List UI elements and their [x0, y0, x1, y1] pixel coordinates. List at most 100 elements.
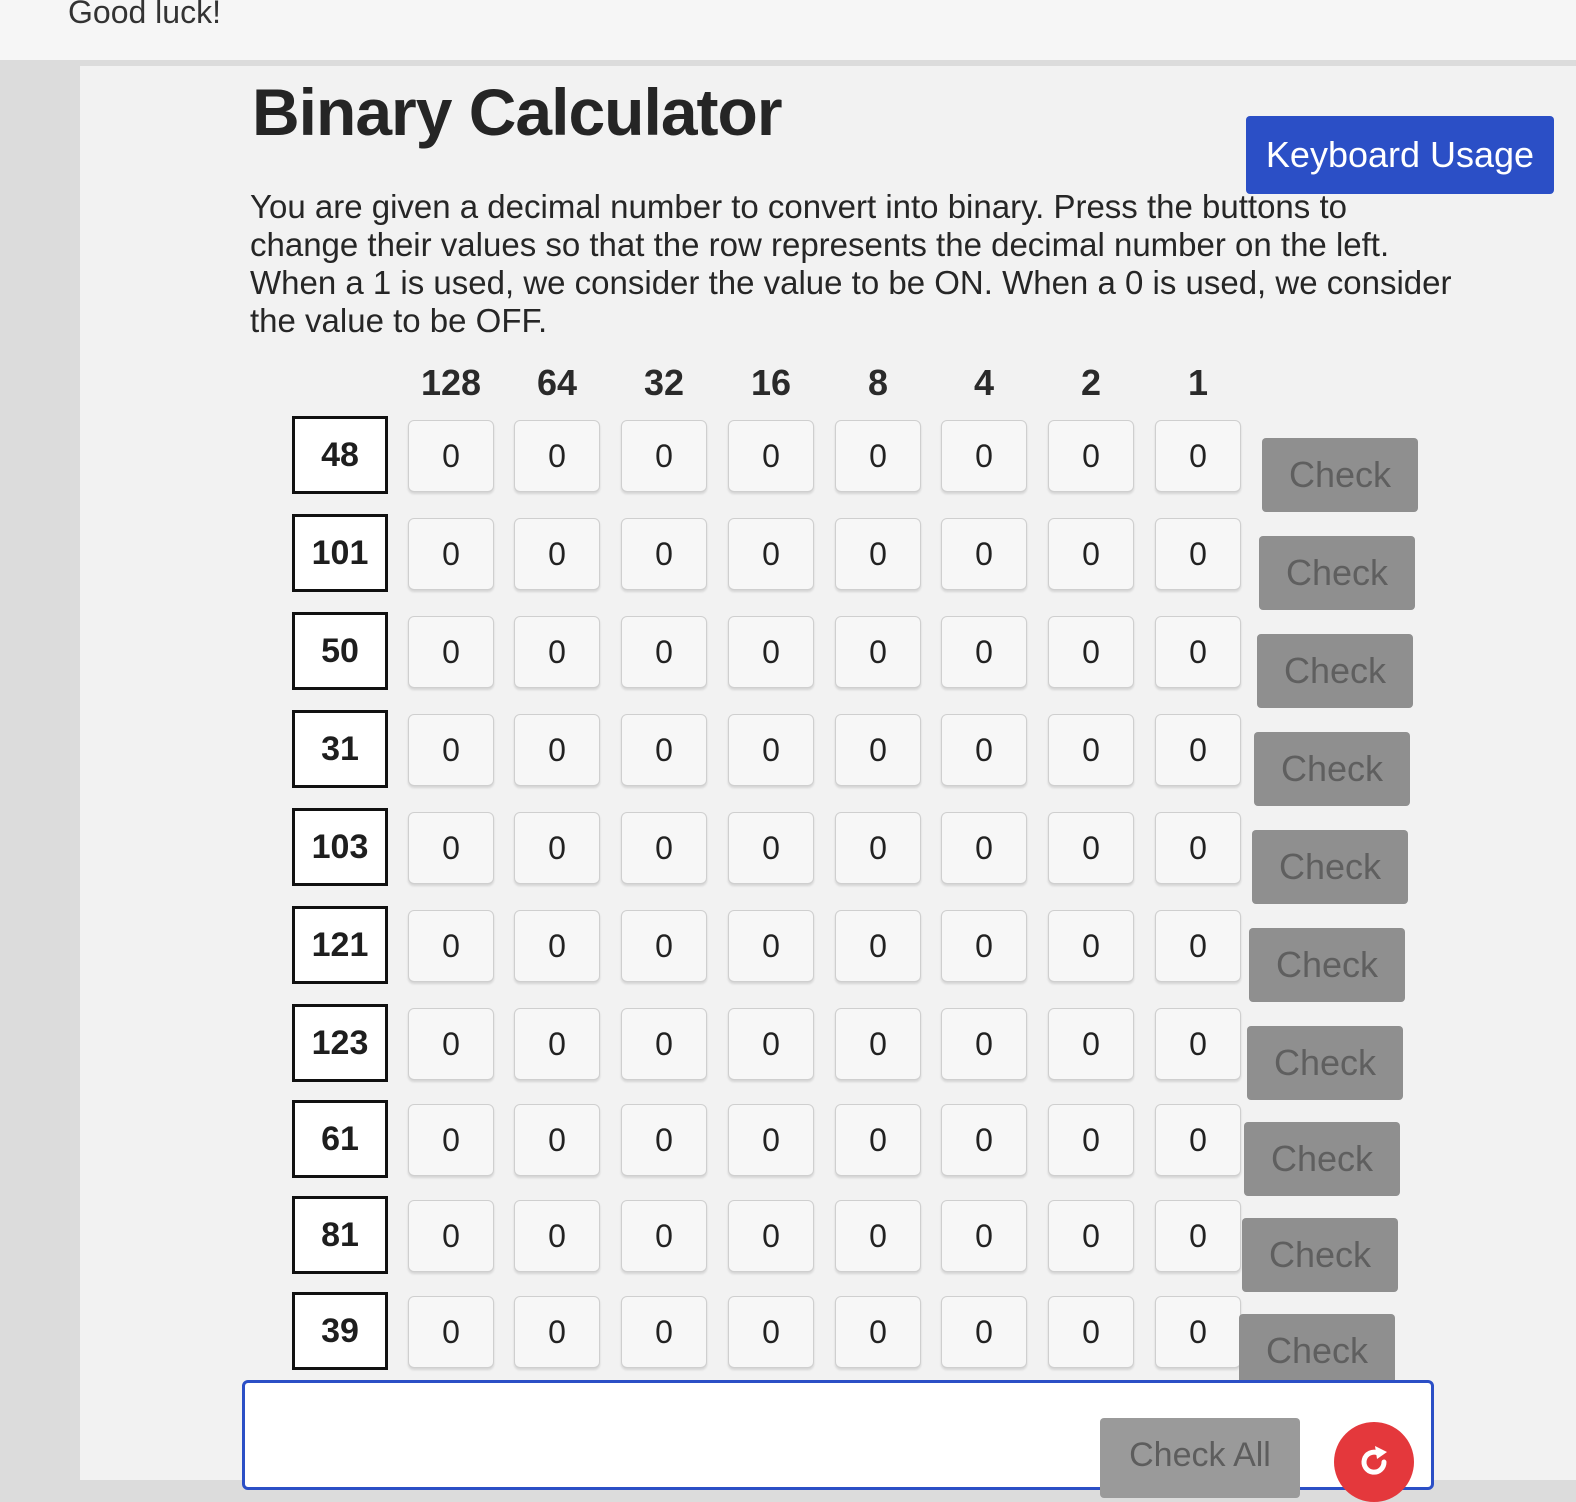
bit-toggle-button[interactable]: 0	[1048, 910, 1134, 982]
check-button[interactable]: Check	[1242, 1218, 1398, 1292]
bit-toggle-button[interactable]: 0	[621, 1104, 707, 1176]
bit-toggle-button[interactable]: 0	[1155, 1200, 1241, 1272]
bit-toggle-button[interactable]: 0	[621, 910, 707, 982]
bit-toggle-button[interactable]: 0	[621, 1008, 707, 1080]
bit-toggle-button[interactable]: 0	[835, 812, 921, 884]
bit-toggle-button[interactable]: 0	[1155, 616, 1241, 688]
bit-toggle-button[interactable]: 0	[408, 518, 494, 590]
check-button[interactable]: Check	[1262, 438, 1418, 512]
check-button[interactable]: Check	[1252, 830, 1408, 904]
bit-toggle-button[interactable]: 0	[1048, 420, 1134, 492]
bit-toggle-button[interactable]: 0	[1155, 812, 1241, 884]
bit-toggle-button[interactable]: 0	[1048, 812, 1134, 884]
bit-toggle-button[interactable]: 0	[408, 1008, 494, 1080]
bit-toggle-button[interactable]: 0	[835, 1296, 921, 1368]
bit-toggle-button[interactable]: 0	[941, 1104, 1027, 1176]
bit-toggle-button[interactable]: 0	[1155, 518, 1241, 590]
bit-toggle-button[interactable]: 0	[728, 420, 814, 492]
bit-toggle-button[interactable]: 0	[408, 420, 494, 492]
bit-toggle-button[interactable]: 0	[621, 518, 707, 590]
bit-toggle-button[interactable]: 0	[941, 1200, 1027, 1272]
bit-toggle-button[interactable]: 0	[621, 714, 707, 786]
bit-toggle-button[interactable]: 0	[835, 714, 921, 786]
bit-toggle-button[interactable]: 0	[1155, 1008, 1241, 1080]
bit-toggle-button[interactable]: 0	[621, 420, 707, 492]
bit-toggle-button[interactable]: 0	[408, 1104, 494, 1176]
bit-toggle-button[interactable]: 0	[514, 518, 600, 590]
bit-toggle-button[interactable]: 0	[728, 714, 814, 786]
bit-toggle-button[interactable]: 0	[408, 616, 494, 688]
keyboard-usage-button[interactable]: Keyboard Usage	[1246, 116, 1554, 194]
check-button[interactable]: Check	[1259, 536, 1415, 610]
bit-toggle-button[interactable]: 0	[941, 714, 1027, 786]
reset-button[interactable]	[1334, 1422, 1414, 1502]
bit-toggle-button[interactable]: 0	[514, 1296, 600, 1368]
bit-toggle-button[interactable]: 0	[835, 910, 921, 982]
bit-toggle-button[interactable]: 0	[514, 812, 600, 884]
bit-toggle-button[interactable]: 0	[621, 1200, 707, 1272]
bit-toggle-button[interactable]: 0	[621, 1296, 707, 1368]
bit-toggle-button[interactable]: 0	[1048, 1008, 1134, 1080]
bit-toggle-button[interactable]: 0	[728, 1104, 814, 1176]
bit-toggle-button[interactable]: 0	[408, 1200, 494, 1272]
decimal-number: 123	[292, 1004, 388, 1082]
bit-toggle-button[interactable]: 0	[728, 910, 814, 982]
bit-toggle-button[interactable]: 0	[514, 714, 600, 786]
check-button[interactable]: Check	[1249, 928, 1405, 1002]
bit-toggle-button[interactable]: 0	[514, 1008, 600, 1080]
column-header: 1	[1187, 362, 1209, 403]
column-header: 64	[536, 362, 578, 403]
bit-toggle-button[interactable]: 0	[728, 1200, 814, 1272]
bit-toggle-button[interactable]: 0	[728, 518, 814, 590]
bit-toggle-button[interactable]: 0	[1048, 616, 1134, 688]
bit-toggle-button[interactable]: 0	[941, 420, 1027, 492]
bit-toggle-button[interactable]: 0	[1155, 714, 1241, 786]
bit-toggle-button[interactable]: 0	[941, 518, 1027, 590]
bit-toggle-button[interactable]: 0	[408, 910, 494, 982]
bit-toggle-button[interactable]: 0	[835, 1008, 921, 1080]
check-button[interactable]: Check	[1244, 1122, 1400, 1196]
bit-toggle-button[interactable]: 0	[835, 1200, 921, 1272]
check-button[interactable]: Check	[1254, 732, 1410, 806]
bit-toggle-button[interactable]: 0	[728, 1008, 814, 1080]
bit-toggle-button[interactable]: 0	[941, 1008, 1027, 1080]
bit-toggle-button[interactable]: 0	[728, 616, 814, 688]
bit-toggle-button[interactable]: 0	[1155, 1296, 1241, 1368]
bit-toggle-button[interactable]: 0	[941, 812, 1027, 884]
bit-toggle-button[interactable]: 0	[835, 1104, 921, 1176]
bit-toggle-button[interactable]: 0	[514, 616, 600, 688]
bit-toggle-button[interactable]: 0	[408, 1296, 494, 1368]
column-header: 32	[643, 362, 685, 403]
column-header: 8	[867, 362, 889, 403]
bit-toggle-button[interactable]: 0	[835, 616, 921, 688]
bit-toggle-button[interactable]: 0	[1048, 714, 1134, 786]
bit-toggle-button[interactable]: 0	[941, 910, 1027, 982]
bit-toggle-button[interactable]: 0	[514, 1200, 600, 1272]
bit-toggle-button[interactable]: 0	[514, 1104, 600, 1176]
bit-toggle-button[interactable]: 0	[1155, 420, 1241, 492]
bit-toggle-button[interactable]: 0	[835, 518, 921, 590]
bit-toggle-button[interactable]: 0	[408, 714, 494, 786]
bit-toggle-button[interactable]: 0	[621, 812, 707, 884]
check-all-button[interactable]: Check All	[1100, 1418, 1300, 1498]
bit-toggle-button[interactable]: 0	[621, 616, 707, 688]
bit-toggle-button[interactable]: 0	[514, 420, 600, 492]
bit-toggle-button[interactable]: 0	[1155, 910, 1241, 982]
column-header: 4	[973, 362, 995, 403]
check-button[interactable]: Check	[1257, 634, 1413, 708]
bit-toggle-button[interactable]: 0	[941, 616, 1027, 688]
bit-toggle-button[interactable]: 0	[728, 1296, 814, 1368]
check-button[interactable]: Check	[1247, 1026, 1403, 1100]
bit-toggle-button[interactable]: 0	[1048, 1200, 1134, 1272]
bit-toggle-button[interactable]: 0	[835, 420, 921, 492]
bit-toggle-button[interactable]: 0	[514, 910, 600, 982]
bit-toggle-button[interactable]: 0	[1048, 1296, 1134, 1368]
column-header: 128	[420, 362, 482, 403]
bit-toggle-button[interactable]: 0	[728, 812, 814, 884]
bit-toggle-button[interactable]: 0	[1048, 1104, 1134, 1176]
bit-toggle-button[interactable]: 0	[1155, 1104, 1241, 1176]
check-button[interactable]: Check	[1239, 1314, 1395, 1388]
bit-toggle-button[interactable]: 0	[1048, 518, 1134, 590]
bit-toggle-button[interactable]: 0	[941, 1296, 1027, 1368]
bit-toggle-button[interactable]: 0	[408, 812, 494, 884]
